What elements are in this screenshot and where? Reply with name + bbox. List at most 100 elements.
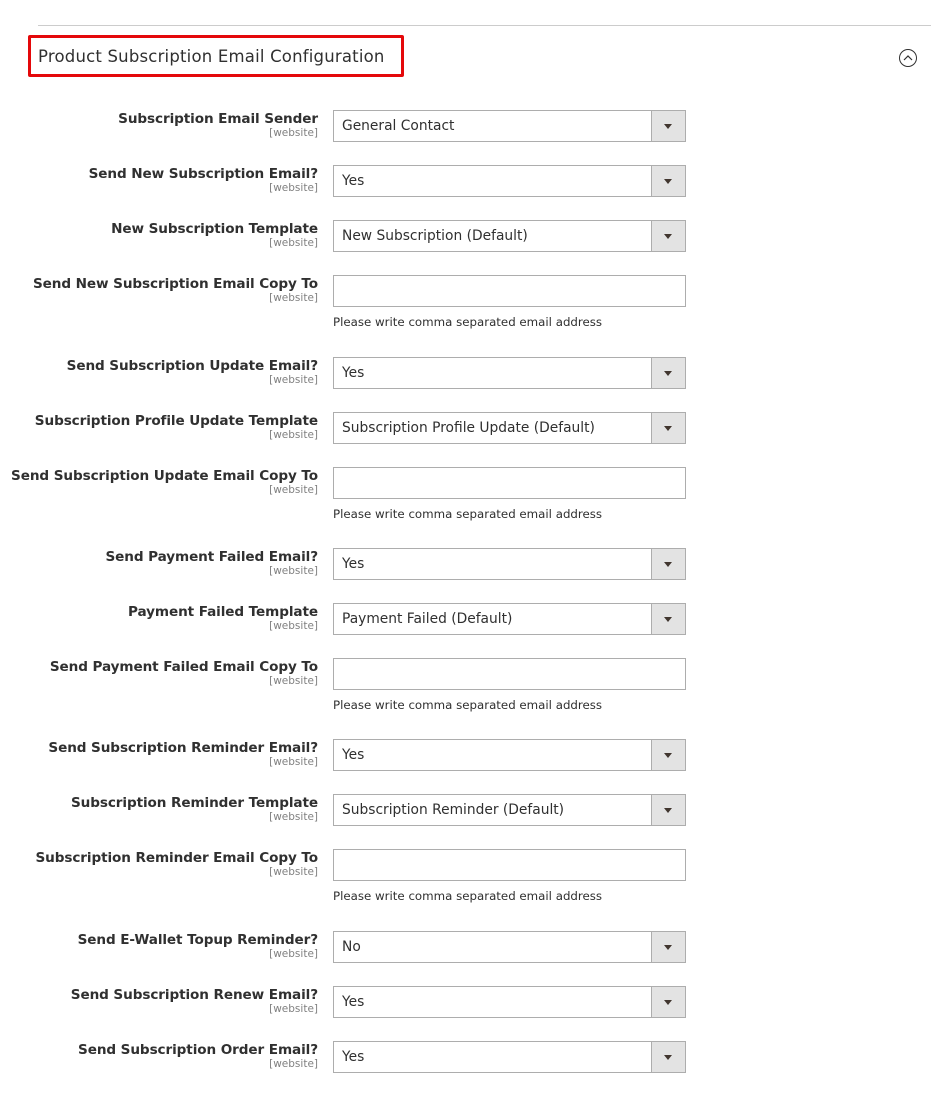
select-value: Yes — [342, 1049, 365, 1065]
field-label: Send Subscription Update Email? [website] — [67, 358, 318, 386]
field-label: Send Subscription Order Email? [website] — [78, 1042, 318, 1070]
field-scope: [website] — [269, 948, 318, 960]
field-label: Subscription Email Sender [website] — [118, 111, 318, 139]
select-field[interactable]: Yes — [333, 1041, 686, 1073]
select-value: Yes — [342, 365, 365, 381]
field-scope: [website] — [269, 484, 318, 496]
select-field[interactable]: Payment Failed (Default) — [333, 603, 686, 635]
email-copy-input[interactable] — [334, 276, 685, 306]
field-label: Subscription Reminder Email Copy To [webs… — [35, 850, 318, 878]
dropdown-button[interactable] — [651, 413, 685, 443]
field-label-text: Send Subscription Reminder Email? — [48, 740, 318, 756]
select-field[interactable]: Yes — [333, 165, 686, 197]
field-label-text: Send Subscription Update Email? — [66, 358, 318, 374]
field-label-text: Send E-Wallet Topup Reminder? — [77, 932, 319, 948]
select-value: New Subscription (Default) — [342, 228, 528, 244]
config-row: Send Subscription Renew Email? [website] Y… — [0, 986, 945, 1019]
section-divider — [38, 25, 931, 26]
dropdown-button[interactable] — [651, 932, 685, 962]
email-copy-field — [333, 658, 686, 690]
dropdown-button[interactable] — [651, 358, 685, 388]
email-copy-field — [333, 275, 686, 307]
field-label-text: Send Subscription Order Email? — [78, 1042, 318, 1058]
config-row: Send New Subscription Email Copy To [webs… — [0, 275, 945, 329]
dropdown-button[interactable] — [651, 795, 685, 825]
select-field[interactable]: Yes — [333, 986, 686, 1018]
select-field[interactable]: Yes — [333, 357, 686, 389]
caret-down-icon — [664, 1055, 672, 1060]
select-field[interactable]: Yes — [333, 548, 686, 580]
caret-down-icon — [664, 124, 672, 129]
email-copy-input[interactable] — [334, 850, 685, 880]
field-label: Send Subscription Reminder Email? [websit… — [48, 740, 318, 768]
section-header-highlight[interactable]: Product Subscription Email Configuration — [28, 35, 404, 77]
field-label-text: Payment Failed Template — [127, 604, 318, 620]
config-row: Subscription Profile Update Template [web… — [0, 412, 945, 445]
caret-down-icon — [664, 234, 672, 239]
dropdown-button[interactable] — [651, 549, 685, 579]
dropdown-button[interactable] — [651, 604, 685, 634]
caret-down-icon — [664, 426, 672, 431]
select-value: Yes — [342, 994, 365, 1010]
config-row: Send Payment Failed Email Copy To [websit… — [0, 658, 945, 712]
config-row: Send Subscription Order Email? [website] Y… — [0, 1041, 945, 1074]
config-row: Payment Failed Template [website] Payment … — [0, 603, 945, 636]
email-copy-field — [333, 849, 686, 881]
field-scope: [website] — [269, 292, 318, 304]
collapse-section-button[interactable] — [899, 49, 917, 67]
dropdown-button[interactable] — [651, 1042, 685, 1072]
field-note: Please write comma separated email addre… — [333, 315, 603, 329]
email-copy-input[interactable] — [334, 468, 685, 498]
field-scope: [website] — [269, 811, 318, 823]
field-label-text: Send Subscription Update Email Copy To — [11, 468, 318, 484]
field-scope: [website] — [269, 1003, 318, 1015]
dropdown-button[interactable] — [651, 987, 685, 1017]
field-label: Send Subscription Update Email Copy To [w… — [11, 468, 318, 496]
field-label: Send Payment Failed Email? [website] — [105, 549, 318, 577]
config-row: Send Payment Failed Email? [website] Yes — [0, 548, 945, 581]
chevron-up-icon — [903, 55, 913, 61]
field-scope: [website] — [269, 374, 318, 386]
config-row: New Subscription Template [website] New Su… — [0, 220, 945, 253]
config-row: Send E-Wallet Topup Reminder? [website] No — [0, 931, 945, 964]
select-value: General Contact — [342, 118, 455, 134]
field-label: Send Subscription Renew Email? [website] — [71, 987, 318, 1015]
field-scope: [website] — [269, 620, 318, 632]
field-label: New Subscription Template [website] — [111, 221, 318, 249]
select-field[interactable]: General Contact — [333, 110, 686, 142]
dropdown-button[interactable] — [651, 111, 685, 141]
select-value: Subscription Profile Update (Default) — [342, 420, 595, 436]
dropdown-button[interactable] — [651, 221, 685, 251]
field-scope: [website] — [269, 127, 318, 139]
select-field[interactable]: New Subscription (Default) — [333, 220, 686, 252]
field-label-text: Subscription Reminder Template — [70, 795, 318, 811]
select-field[interactable]: Yes — [333, 739, 686, 771]
select-field[interactable]: Subscription Profile Update (Default) — [333, 412, 686, 444]
config-row: Subscription Email Sender [website] Genera… — [0, 110, 945, 143]
select-value: Yes — [342, 747, 365, 763]
field-scope: [website] — [269, 756, 318, 768]
field-label: Send New Subscription Email Copy To [webs… — [33, 276, 318, 304]
caret-down-icon — [664, 945, 672, 950]
caret-down-icon — [664, 179, 672, 184]
field-label: Subscription Profile Update Template [web… — [35, 413, 318, 441]
caret-down-icon — [664, 808, 672, 813]
dropdown-button[interactable] — [651, 740, 685, 770]
field-scope: [website] — [269, 565, 318, 577]
config-row: Send Subscription Update Email? [website]… — [0, 357, 945, 390]
caret-down-icon — [664, 617, 672, 622]
field-label-text: Subscription Reminder Email Copy To — [35, 850, 318, 866]
field-label: Send E-Wallet Topup Reminder? [website] — [77, 932, 319, 960]
dropdown-button[interactable] — [651, 166, 685, 196]
field-label: Send New Subscription Email? [website] — [88, 166, 319, 194]
field-label-text: Subscription Profile Update Template — [34, 413, 318, 429]
select-value: Yes — [342, 173, 365, 189]
field-label-text: Send New Subscription Email? — [88, 166, 319, 182]
caret-down-icon — [664, 562, 672, 567]
config-row: Send Subscription Reminder Email? [websit… — [0, 739, 945, 772]
caret-down-icon — [664, 753, 672, 758]
email-copy-input[interactable] — [334, 659, 685, 689]
field-note: Please write comma separated email addre… — [333, 698, 603, 712]
select-field[interactable]: Subscription Reminder (Default) — [333, 794, 686, 826]
select-field[interactable]: No — [333, 931, 686, 963]
